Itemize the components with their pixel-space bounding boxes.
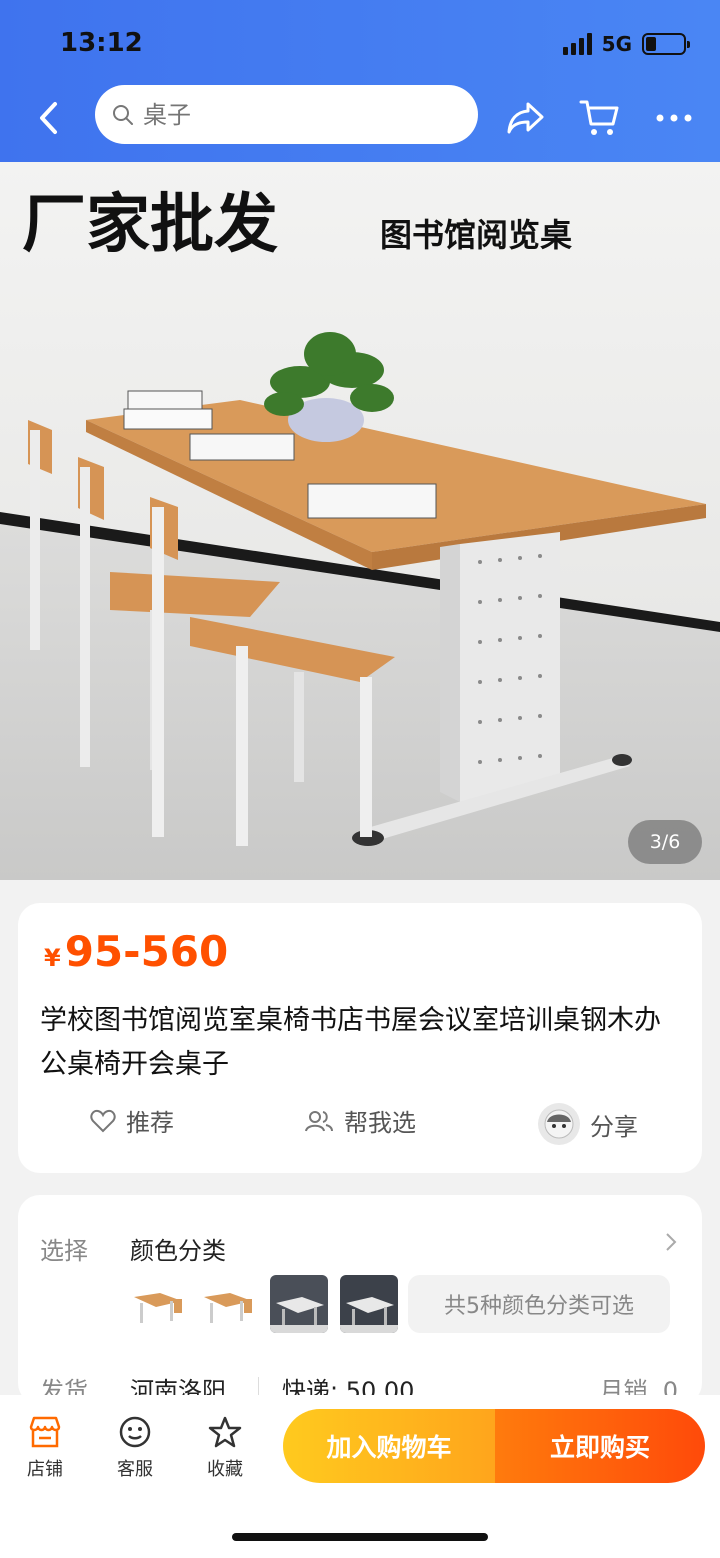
cart-button[interactable] xyxy=(578,96,622,140)
heart-icon xyxy=(90,1109,116,1132)
share-action-button[interactable]: 分享 xyxy=(538,1103,638,1145)
more-button[interactable] xyxy=(652,96,696,140)
favorite-tab[interactable]: 收藏 xyxy=(190,1415,260,1481)
more-icon xyxy=(656,114,692,122)
product-title: 学校图书馆阅览室桌椅书店书屋会议室培训桌钢木办公桌椅开会桌子 xyxy=(40,1005,661,1080)
help-choose-label: 帮我选 xyxy=(344,1109,416,1137)
hero-headline: 厂家批发 xyxy=(22,187,278,262)
product-page: 13:12 5G 桌子 厂家批发 图书馆阅览桌 3/6 ¥ 95-560 学校图… xyxy=(0,0,720,1558)
signal-icon xyxy=(562,33,592,55)
price: ¥ 95-560 xyxy=(44,927,228,976)
store-label: 店铺 xyxy=(27,1459,63,1480)
buy-now-button[interactable]: 立即购买 xyxy=(495,1409,705,1483)
hero-subheadline: 图书馆阅览桌 xyxy=(380,216,572,254)
cart-icon xyxy=(579,100,619,135)
bottom-action-bar: 店铺 客服 收藏 加入购物车 立即购买 xyxy=(0,1395,720,1558)
chevron-left-icon xyxy=(40,102,57,134)
color-thumb-3[interactable] xyxy=(270,1275,328,1333)
people-icon xyxy=(305,1110,333,1131)
desk-thumb-icon xyxy=(340,1275,398,1333)
status-indicators: 5G xyxy=(562,32,690,56)
home-indicator xyxy=(232,1533,488,1541)
store-icon xyxy=(29,1416,61,1448)
desk-thumb-icon xyxy=(270,1275,328,1333)
status-time: 13:12 xyxy=(60,28,143,58)
star-icon xyxy=(208,1416,242,1448)
color-thumb-4[interactable] xyxy=(340,1275,398,1333)
add-to-cart-button[interactable]: 加入购物车 xyxy=(283,1409,495,1483)
battery-icon xyxy=(642,33,690,55)
product-actions: 推荐 帮我选 分享 xyxy=(18,1103,702,1153)
search-icon xyxy=(113,104,133,125)
service-tab[interactable]: 客服 xyxy=(100,1415,170,1481)
product-image[interactable]: 厂家批发 图书馆阅览桌 xyxy=(0,162,720,880)
color-thumb-1[interactable] xyxy=(130,1275,188,1333)
currency-symbol: ¥ xyxy=(44,944,61,972)
more-colors-button[interactable]: 共5种颜色分类可选 xyxy=(408,1275,670,1333)
price-range: 95-560 xyxy=(64,927,229,976)
help-choose-button[interactable]: 帮我选 xyxy=(304,1103,416,1138)
product-info-card: ¥ 95-560 学校图书馆阅览室桌椅书店书屋会议室培训桌钢木办公桌椅开会桌子 … xyxy=(18,903,702,1173)
service-label: 客服 xyxy=(117,1459,153,1480)
select-value[interactable]: 颜色分类 xyxy=(130,1231,226,1266)
search-input[interactable] xyxy=(143,100,443,129)
favorite-label: 收藏 xyxy=(207,1459,243,1480)
smile-icon xyxy=(119,1416,151,1448)
recommend-button[interactable]: 推荐 xyxy=(90,1103,174,1138)
share-button[interactable] xyxy=(504,96,548,140)
desk-thumb-icon xyxy=(200,1275,258,1333)
table-photo: 厂家批发 图书馆阅览桌 xyxy=(0,162,720,880)
recommend-label: 推荐 xyxy=(126,1109,174,1137)
chevron-right-icon[interactable] xyxy=(664,1231,678,1253)
search-bar[interactable] xyxy=(95,85,478,144)
share-label: 分享 xyxy=(590,1112,638,1141)
mascot-icon xyxy=(544,1109,574,1139)
network-type: 5G xyxy=(601,32,632,56)
store-tab[interactable]: 店铺 xyxy=(10,1415,80,1481)
select-label: 选择 xyxy=(40,1237,88,1265)
back-button[interactable] xyxy=(28,96,68,140)
color-thumb-2[interactable] xyxy=(200,1275,258,1333)
top-header: 13:12 5G xyxy=(0,0,720,162)
avatar xyxy=(538,1103,580,1145)
spec-card: 选择 颜色分类 共5种颜色分类可选 发货 河南洛阳 快递: 50.00 月销 0 xyxy=(18,1195,702,1405)
image-counter: 3/6 xyxy=(628,820,702,864)
desk-thumb-icon xyxy=(130,1275,188,1333)
share-icon xyxy=(507,102,544,134)
